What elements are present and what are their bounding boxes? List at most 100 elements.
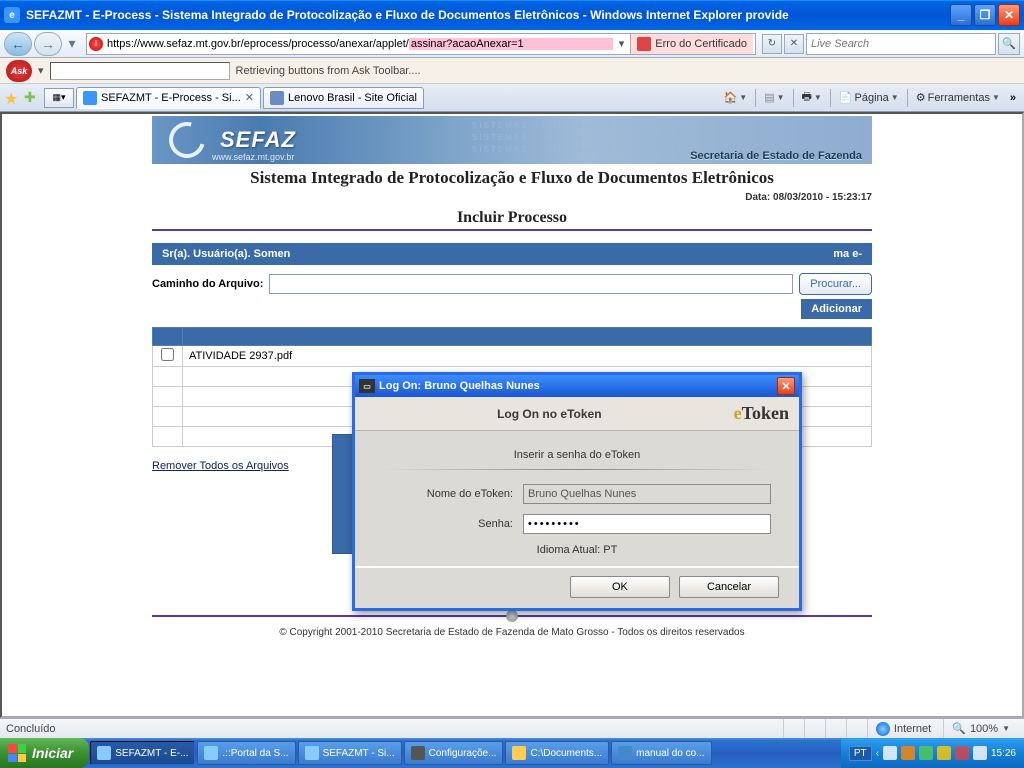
recent-dropdown[interactable]: ▾ [64, 32, 80, 56]
dialog-title-text: Log On: Bruno Quelhas Nunes [379, 380, 540, 392]
file-path-input[interactable] [269, 274, 793, 294]
quick-tabs-button[interactable]: ▦▾ [44, 88, 74, 108]
app-icon [305, 746, 319, 760]
address-bar[interactable]: ! https://www.sefaz.mt.gov.br/eprocess/p… [86, 33, 756, 55]
instruction-band: Sr(a). Usuário(a). Somen ma e- [152, 243, 872, 265]
banner-subtitle: Secretaria de Estado de Fazenda [690, 150, 862, 162]
browser-search-box[interactable] [806, 33, 996, 55]
taskbar-item[interactable]: .::Portal da S... [197, 741, 295, 765]
page-menu[interactable]: 📄Página▼ [835, 91, 903, 104]
status-cell [804, 719, 821, 738]
shield-icon [637, 37, 651, 51]
back-button[interactable]: ← [4, 32, 32, 56]
forward-button[interactable]: → [34, 32, 62, 56]
password-label: Senha: [383, 518, 523, 530]
taskbar-item[interactable]: Configuraçõe... [404, 741, 504, 765]
url-text-plain: https://www.sefaz.mt.gov.br/eprocess/pro… [107, 38, 409, 50]
assign-popup-edge [332, 434, 354, 554]
windows-flag-icon [8, 744, 26, 762]
taskbar-item[interactable]: C:\Documents... [505, 741, 609, 765]
windows-taskbar: Iniciar SEFAZMT - E-... .::Portal da S..… [0, 738, 1024, 768]
ask-dropdown-icon[interactable]: ▾ [38, 64, 44, 77]
system-tray[interactable]: PT ‹ 15:26 [841, 738, 1024, 768]
banner-url: www.sefaz.mt.gov.br [212, 152, 294, 162]
clock[interactable]: 15:26 [991, 748, 1016, 759]
tools-menu[interactable]: ⚙Ferramentas▼ [912, 91, 1004, 104]
tray-icon[interactable] [955, 746, 969, 760]
home-button[interactable]: 🏠▼ [720, 91, 752, 104]
sefaz-banner: SEFAZ www.sefaz.mt.gov.br Sistemas Infor… [152, 116, 872, 164]
tray-icon[interactable] [973, 746, 987, 760]
tray-expand-icon[interactable]: ‹ [876, 748, 879, 759]
page-main-title: Sistema Integrado de Protocolização e Fl… [2, 168, 1022, 188]
token-name-field [523, 484, 771, 504]
tab-toolbar: ★ ✚ ▦▾ SEFAZMT - E-Process - Si... ✕ Len… [0, 84, 1024, 112]
certificate-error[interactable]: Erro do Certificado [630, 34, 753, 54]
print-icon: 🖶 [802, 88, 812, 107]
tray-icon[interactable] [901, 746, 915, 760]
feeds-button[interactable]: ▤▼ [760, 91, 788, 104]
minimize-button[interactable]: _ [950, 4, 972, 26]
start-button[interactable]: Iniciar [0, 738, 89, 768]
dialog-form-title: Inserir a senha do eToken [383, 449, 771, 461]
ask-toolbar: Ask ▾ Retrieving buttons from Ask Toolba… [0, 58, 1024, 84]
copyright-text: © Copyright 2001-2010 Secretaria de Esta… [2, 627, 1022, 638]
dialog-close-button[interactable]: ✕ [777, 377, 795, 395]
password-field[interactable] [523, 514, 771, 534]
url-text-highlight: assinar?acaoAnexar=1 [409, 38, 613, 50]
print-button[interactable]: 🖶▼ [798, 88, 826, 107]
dialog-ok-button[interactable]: OK [570, 576, 670, 598]
taskbar-item[interactable]: SEFAZMT - Si... [298, 741, 402, 765]
ask-logo-icon: Ask [6, 60, 32, 82]
tab-sefazmt[interactable]: SEFAZMT - E-Process - Si... ✕ [76, 87, 261, 109]
add-favorite-icon[interactable]: ✚ [24, 89, 42, 107]
security-zone[interactable]: Internet [867, 719, 939, 738]
zoom-icon: 🔍 [952, 722, 966, 735]
language-indicator[interactable]: PT [849, 746, 872, 761]
cert-error-text: Erro do Certificado [655, 38, 747, 50]
favorites-icon[interactable]: ★ [4, 89, 22, 107]
rss-icon: ▤ [764, 91, 774, 104]
maximize-button[interactable]: ❐ [974, 4, 996, 26]
footer-divider [152, 615, 872, 617]
search-input[interactable] [811, 38, 991, 50]
taskbar-item[interactable]: SEFAZMT - E-... [90, 741, 195, 765]
stop-button[interactable]: ✕ [784, 34, 804, 54]
banner-keywords: Sistemas Informações Sistemas Sistemas I… [472, 120, 692, 156]
browser-viewport: SEFAZ www.sefaz.mt.gov.br Sistemas Infor… [0, 112, 1024, 718]
tray-icon[interactable] [937, 746, 951, 760]
tray-icon[interactable] [919, 746, 933, 760]
status-cell [825, 719, 842, 738]
ie-icon: e [4, 7, 20, 23]
search-go-button[interactable]: 🔍 [998, 33, 1020, 55]
tab-close-icon[interactable]: ✕ [245, 91, 254, 104]
window-close-button[interactable]: ✕ [998, 4, 1020, 26]
taskbar-item[interactable]: manual do co... [611, 741, 711, 765]
zoom-control[interactable]: 🔍100%▼ [943, 719, 1018, 738]
refresh-button[interactable]: ↻ [762, 34, 782, 54]
adicionar-button[interactable]: Adicionar [801, 299, 872, 319]
file-checkbox[interactable] [161, 348, 174, 361]
sefaz-logo-icon [162, 120, 212, 160]
status-text: Concluído [6, 723, 56, 735]
tab-lenovo[interactable]: Lenovo Brasil - Site Oficial [263, 87, 424, 109]
file-name-cell: ATIVIDADE 2937.pdf [183, 346, 872, 367]
ask-status-text: Retrieving buttons from Ask Toolbar.... [236, 65, 421, 77]
caminho-label: Caminho do Arquivo: [152, 278, 263, 290]
word-icon [618, 746, 632, 760]
dialog-titlebar[interactable]: ▭ Log On: Bruno Quelhas Nunes ✕ [355, 375, 799, 397]
tray-icon[interactable] [883, 746, 897, 760]
window-titlebar: e SEFAZMT - E-Process - Sistema Integrad… [0, 0, 1024, 30]
page-sub-title: Incluir Processo [2, 209, 1022, 227]
dialog-cancel-button[interactable]: Cancelar [679, 576, 779, 598]
tab-label: SEFAZMT - E-Process - Si... [101, 92, 241, 104]
procurar-button[interactable]: Procurar... [799, 273, 872, 295]
banner-brand: SEFAZ [220, 127, 296, 153]
ask-search-input[interactable] [50, 62, 230, 80]
globe-icon [876, 722, 890, 736]
etoken-logon-dialog: ▭ Log On: Bruno Quelhas Nunes ✕ Log On n… [352, 372, 802, 611]
url-dropdown-icon[interactable]: ▾ [613, 37, 631, 50]
remove-all-link[interactable]: Remover Todos os Arquivos [152, 460, 289, 472]
more-icon[interactable]: » [1006, 92, 1020, 104]
window-title: SEFAZMT - E-Process - Sistema Integrado … [26, 8, 950, 22]
